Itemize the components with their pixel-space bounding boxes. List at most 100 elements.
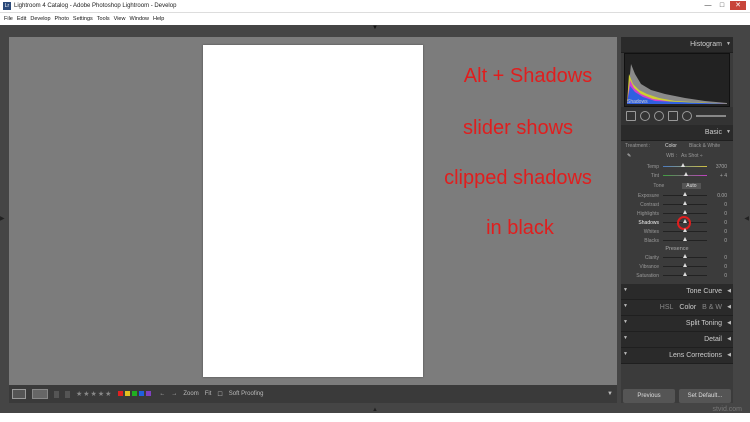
histogram-header[interactable]: Histogram ▼ bbox=[621, 37, 733, 53]
maximize-button[interactable]: □ bbox=[716, 1, 728, 10]
shadows-value[interactable]: 0 bbox=[707, 220, 727, 226]
left-panel-toggle-icon[interactable]: ▶ bbox=[0, 215, 5, 222]
detail-header[interactable]: ▼ Detail ◀ bbox=[621, 332, 733, 348]
hsl-expand-icon[interactable]: ◀ bbox=[727, 304, 731, 310]
menu-settings[interactable]: Settings bbox=[73, 16, 93, 22]
arrow-right-icon[interactable]: → bbox=[171, 391, 177, 397]
menu-view[interactable]: View bbox=[114, 16, 126, 22]
filmstrip-toggle-icon[interactable]: ▲ bbox=[372, 407, 378, 413]
basic-collapse-icon[interactable]: ▼ bbox=[726, 129, 731, 135]
flag-pick-icon[interactable] bbox=[54, 390, 59, 398]
saturation-slider[interactable] bbox=[663, 272, 707, 276]
whites-slider-thumb[interactable] bbox=[683, 228, 687, 232]
window-titlebar: Lr Lightroom 4 Catalog - Adobe Photoshop… bbox=[0, 0, 750, 13]
contrast-value[interactable]: 0 bbox=[707, 202, 727, 208]
clarity-slider[interactable] bbox=[663, 254, 707, 258]
previous-button[interactable]: Previous bbox=[623, 389, 675, 403]
soft-proofing-checkbox[interactable]: ☐ bbox=[217, 391, 222, 398]
menu-help[interactable]: Help bbox=[153, 16, 164, 22]
flag-reject-icon[interactable] bbox=[65, 390, 70, 398]
histogram-collapse-icon[interactable]: ▼ bbox=[726, 41, 731, 47]
menu-window[interactable]: Window bbox=[129, 16, 149, 22]
basic-header[interactable]: Basic ▼ bbox=[621, 125, 733, 141]
tint-value[interactable]: + 4 bbox=[707, 173, 727, 179]
close-button[interactable]: ✕ bbox=[730, 1, 746, 10]
slider-row-highlights: Highlights 0 bbox=[621, 209, 733, 218]
temp-slider-thumb[interactable] bbox=[680, 163, 685, 167]
saturation-slider-thumb[interactable] bbox=[683, 272, 687, 276]
highlights-slider[interactable] bbox=[663, 210, 707, 214]
graduated-filter-icon[interactable] bbox=[668, 111, 678, 121]
minimize-button[interactable]: — bbox=[702, 1, 714, 10]
brush-slider[interactable] bbox=[696, 115, 726, 117]
highlights-value[interactable]: 0 bbox=[707, 211, 727, 217]
tone-curve-switch-icon[interactable]: ▼ bbox=[623, 287, 628, 293]
menu-file[interactable]: File bbox=[4, 16, 13, 22]
set-default-button[interactable]: Set Default... bbox=[679, 389, 731, 403]
clarity-slider-thumb[interactable] bbox=[683, 254, 687, 258]
tint-slider-thumb[interactable] bbox=[683, 172, 688, 176]
bw-tab[interactable]: B & W bbox=[702, 304, 722, 311]
menu-photo[interactable]: Photo bbox=[55, 16, 69, 22]
exposure-slider[interactable] bbox=[663, 192, 707, 196]
menu-edit[interactable]: Edit bbox=[17, 16, 26, 22]
split-toning-header[interactable]: ▼ Split Toning ◀ bbox=[621, 316, 733, 332]
red-label-swatch[interactable] bbox=[118, 390, 124, 396]
hsl-header[interactable]: ▼ HSL Color B & W ◀ bbox=[621, 300, 733, 316]
right-panel-toggle-icon[interactable]: ◀ bbox=[744, 215, 749, 222]
vibrance-value[interactable]: 0 bbox=[707, 264, 727, 270]
highlights-slider-thumb[interactable] bbox=[683, 210, 687, 214]
contrast-slider-thumb[interactable] bbox=[683, 201, 687, 205]
whites-slider[interactable] bbox=[663, 228, 707, 232]
treatment-bw-option[interactable]: Black & White bbox=[689, 143, 720, 149]
top-panel-toggle-icon[interactable]: ▼ bbox=[372, 25, 378, 31]
lens-corrections-header[interactable]: ▼ Lens Corrections ◀ bbox=[621, 348, 733, 364]
spot-removal-icon[interactable] bbox=[640, 111, 650, 121]
clarity-value[interactable]: 0 bbox=[707, 255, 727, 261]
blue-label-swatch[interactable] bbox=[139, 390, 145, 396]
temp-value[interactable]: 3700 bbox=[707, 164, 727, 170]
exposure-slider-thumb[interactable] bbox=[683, 192, 687, 196]
photo-preview[interactable] bbox=[203, 45, 423, 377]
tone-curve-header[interactable]: ▼ Tone Curve ◀ bbox=[621, 284, 733, 300]
blacks-slider[interactable] bbox=[663, 237, 707, 241]
arrow-left-icon[interactable]: ← bbox=[159, 391, 165, 397]
saturation-value[interactable]: 0 bbox=[707, 273, 727, 279]
eyedropper-icon[interactable]: ✎ bbox=[621, 153, 637, 159]
red-eye-icon[interactable] bbox=[654, 111, 664, 121]
exposure-value[interactable]: 0.00 bbox=[707, 193, 727, 199]
color-tab[interactable]: Color bbox=[679, 304, 696, 311]
before-after-button[interactable] bbox=[32, 389, 48, 399]
hsl-tab[interactable]: HSL bbox=[660, 304, 674, 311]
crop-tool-icon[interactable] bbox=[626, 111, 636, 121]
blacks-value[interactable]: 0 bbox=[707, 238, 727, 244]
split-toning-switch-icon[interactable]: ▼ bbox=[623, 319, 628, 325]
panel-bottom-buttons: Previous Set Default... bbox=[621, 389, 733, 403]
split-toning-expand-icon[interactable]: ◀ bbox=[727, 320, 731, 326]
contrast-slider[interactable] bbox=[663, 201, 707, 205]
rating-stars[interactable]: ★★★★★ bbox=[76, 390, 112, 398]
green-label-swatch[interactable] bbox=[132, 390, 138, 396]
menu-develop[interactable]: Develop bbox=[30, 16, 50, 22]
detail-expand-icon[interactable]: ◀ bbox=[727, 336, 731, 342]
purple-label-swatch[interactable] bbox=[146, 390, 152, 396]
temp-slider[interactable] bbox=[663, 163, 707, 167]
wb-value[interactable]: As Shot ÷ bbox=[681, 153, 703, 159]
tint-slider[interactable] bbox=[663, 172, 707, 176]
menu-tools[interactable]: Tools bbox=[97, 16, 110, 22]
yellow-label-swatch[interactable] bbox=[125, 390, 131, 396]
tone-curve-expand-icon[interactable]: ◀ bbox=[727, 288, 731, 294]
adjustment-brush-icon[interactable] bbox=[682, 111, 692, 121]
blacks-slider-thumb[interactable] bbox=[683, 237, 687, 241]
lens-switch-icon[interactable]: ▼ bbox=[623, 351, 628, 357]
hsl-switch-icon[interactable]: ▼ bbox=[623, 303, 628, 309]
detail-switch-icon[interactable]: ▼ bbox=[623, 335, 628, 341]
vibrance-slider[interactable] bbox=[663, 263, 707, 267]
auto-button[interactable]: Auto bbox=[682, 182, 701, 189]
vibrance-slider-thumb[interactable] bbox=[683, 263, 687, 267]
loupe-view-button[interactable] bbox=[12, 389, 26, 399]
toolbar-menu-chevron-icon[interactable]: ▼ bbox=[607, 391, 613, 397]
whites-value[interactable]: 0 bbox=[707, 229, 727, 235]
lens-expand-icon[interactable]: ◀ bbox=[727, 352, 731, 358]
treatment-color-option[interactable]: Color bbox=[665, 143, 689, 149]
